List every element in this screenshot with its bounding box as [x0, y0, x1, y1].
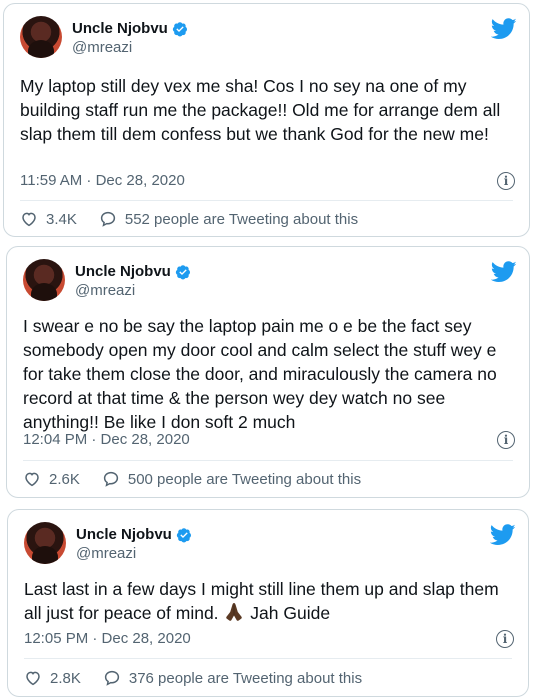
divider: [24, 658, 512, 659]
author-name[interactable]: Uncle Njobvu: [76, 526, 172, 543]
tweeting-about-link[interactable]: 500 people are Tweeting about this: [102, 470, 361, 488]
like-count: 2.6K: [49, 470, 80, 488]
folded-hands-emoji: [226, 603, 243, 621]
like-count: 3.4K: [46, 210, 77, 228]
speech-bubble-icon: [104, 670, 119, 686]
avatar[interactable]: [20, 16, 62, 58]
tweet-text: My laptop still dey vex me sha! Cos I no…: [20, 76, 501, 144]
tweeting-about-text: 552 people are Tweeting about this: [124, 210, 359, 228]
action-bar: 3.4K 552 people are Tweeting about this: [20, 210, 358, 228]
tweet-timestamp[interactable]: 12:04 PM · Dec 28, 2020: [23, 431, 190, 448]
divider: [23, 460, 513, 461]
tweeting-about-link[interactable]: 376 people are Tweeting about this: [103, 669, 362, 687]
avatar[interactable]: [24, 522, 66, 564]
tweeting-about-text: 376 people are Tweeting about this: [128, 669, 363, 687]
info-icon[interactable]: i: [497, 172, 515, 190]
info-icon[interactable]: i: [496, 630, 514, 648]
heart-icon: [22, 212, 36, 227]
action-bar: 2.6K 500 people are Tweeting about this: [23, 470, 361, 488]
tweeting-about-text: 500 people are Tweeting about this: [127, 470, 362, 488]
author-handle[interactable]: @mreazi: [72, 39, 188, 56]
author-block: Uncle Njobvu @mreazi: [75, 263, 191, 299]
tweet-card[interactable]: Uncle Njobvu @mreazi My laptop still dey…: [3, 3, 530, 237]
author-name[interactable]: Uncle Njobvu: [75, 263, 171, 280]
tweet-card[interactable]: Uncle Njobvu @mreazi Last last in a few …: [7, 509, 529, 697]
verified-badge-icon: [175, 264, 190, 279]
divider: [20, 200, 513, 201]
like-count: 2.8K: [50, 669, 81, 687]
info-icon[interactable]: i: [497, 431, 515, 449]
tweet-timestamp[interactable]: 12:05 PM · Dec 28, 2020: [24, 630, 191, 647]
like-button[interactable]: 2.8K: [24, 669, 81, 687]
verified-badge-icon: [176, 527, 191, 542]
author-block: Uncle Njobvu @mreazi: [72, 20, 188, 56]
heart-icon: [26, 671, 40, 686]
author-name[interactable]: Uncle Njobvu: [72, 20, 168, 37]
author-handle[interactable]: @mreazi: [75, 282, 191, 299]
tweet-card[interactable]: Uncle Njobvu @mreazi I swear e no be say…: [6, 246, 530, 498]
author-handle[interactable]: @mreazi: [76, 545, 192, 562]
tweeting-about-link[interactable]: 552 people are Tweeting about this: [99, 210, 358, 228]
author-block: Uncle Njobvu @mreazi: [76, 526, 192, 562]
speech-bubble-icon: [103, 471, 118, 487]
like-button[interactable]: 3.4K: [20, 210, 77, 228]
avatar[interactable]: [23, 259, 65, 301]
tweet-text: Last last in a few days I might still li…: [24, 577, 514, 625]
twitter-bird-icon[interactable]: [490, 524, 516, 546]
action-bar: 2.8K 376 people are Tweeting about this: [24, 669, 362, 687]
verified-badge-icon: [172, 21, 187, 36]
speech-bubble-icon: [100, 211, 115, 227]
twitter-bird-icon[interactable]: [491, 18, 517, 40]
twitter-bird-icon[interactable]: [491, 261, 517, 283]
tweet-text: I swear e no be say the laptop pain me o…: [23, 316, 497, 432]
heart-icon: [25, 472, 39, 487]
tweet-text-tail: Jah Guide: [250, 603, 331, 623]
tweet-timestamp[interactable]: 11:59 AM · Dec 28, 2020: [20, 172, 185, 189]
like-button[interactable]: 2.6K: [23, 470, 80, 488]
